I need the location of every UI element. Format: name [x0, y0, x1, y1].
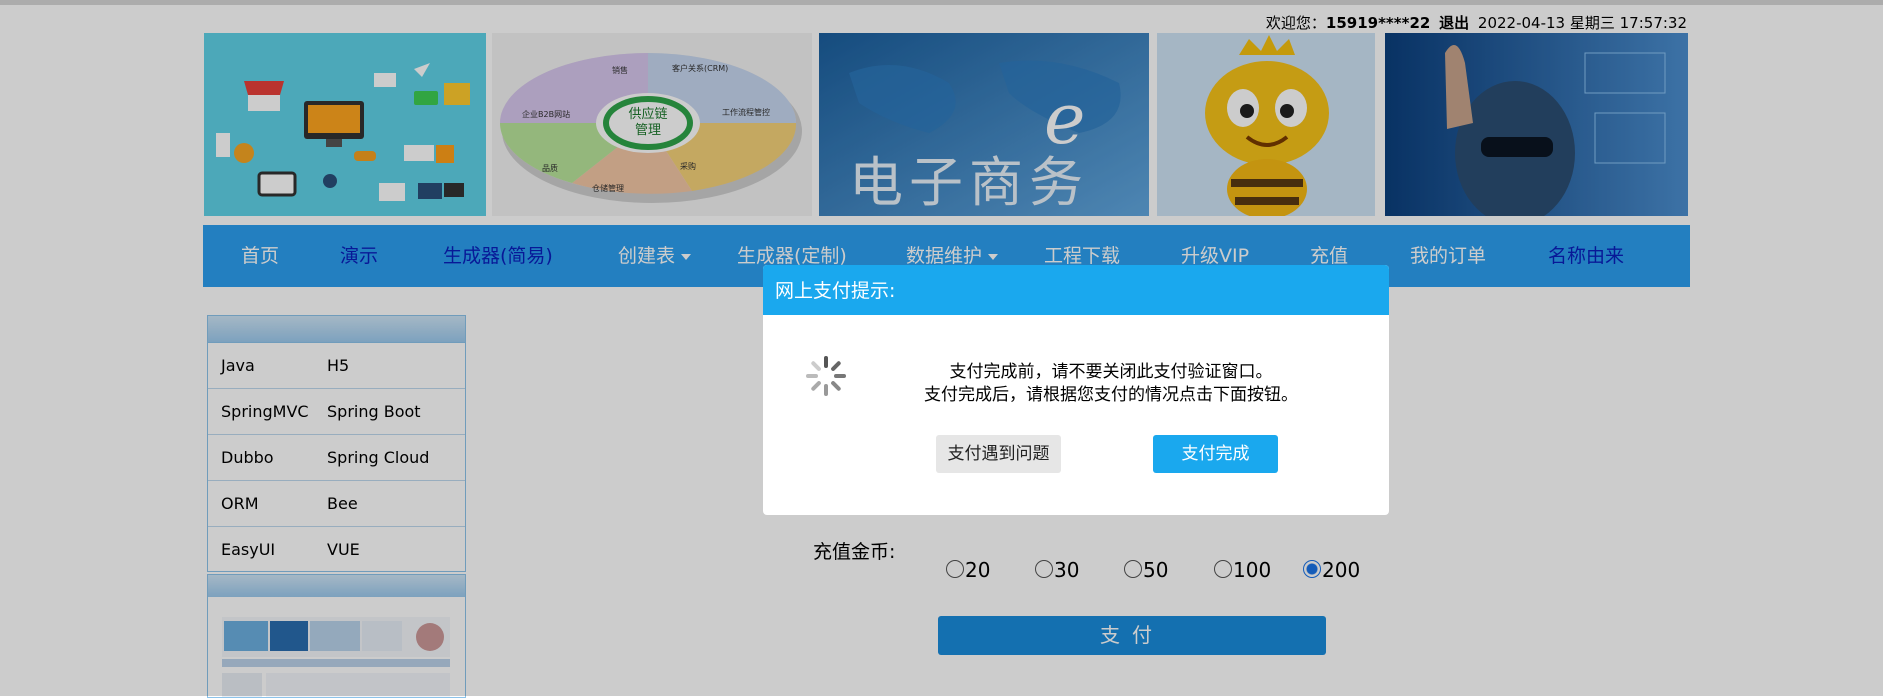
dialog-title: 网上支付提示:	[763, 265, 1389, 315]
page: 欢迎您：15919****22 退出 2022-04-13 星期三 17:57:…	[0, 0, 1883, 698]
dialog-message-line1: 支付完成前，请不要关闭此支付验证窗口。	[949, 362, 1273, 382]
dialog-message-line2: 支付完成后，请根据您支付的情况点击下面按钮。	[924, 385, 1298, 405]
payment-problem-button[interactable]: 支付遇到问题	[936, 435, 1061, 473]
payment-done-button[interactable]: 支付完成	[1153, 435, 1278, 473]
payment-dialog: 网上支付提示: 支付完成前，请不要关闭此支付验证窗口。 支付完成后，请根据您支付…	[763, 265, 1389, 515]
